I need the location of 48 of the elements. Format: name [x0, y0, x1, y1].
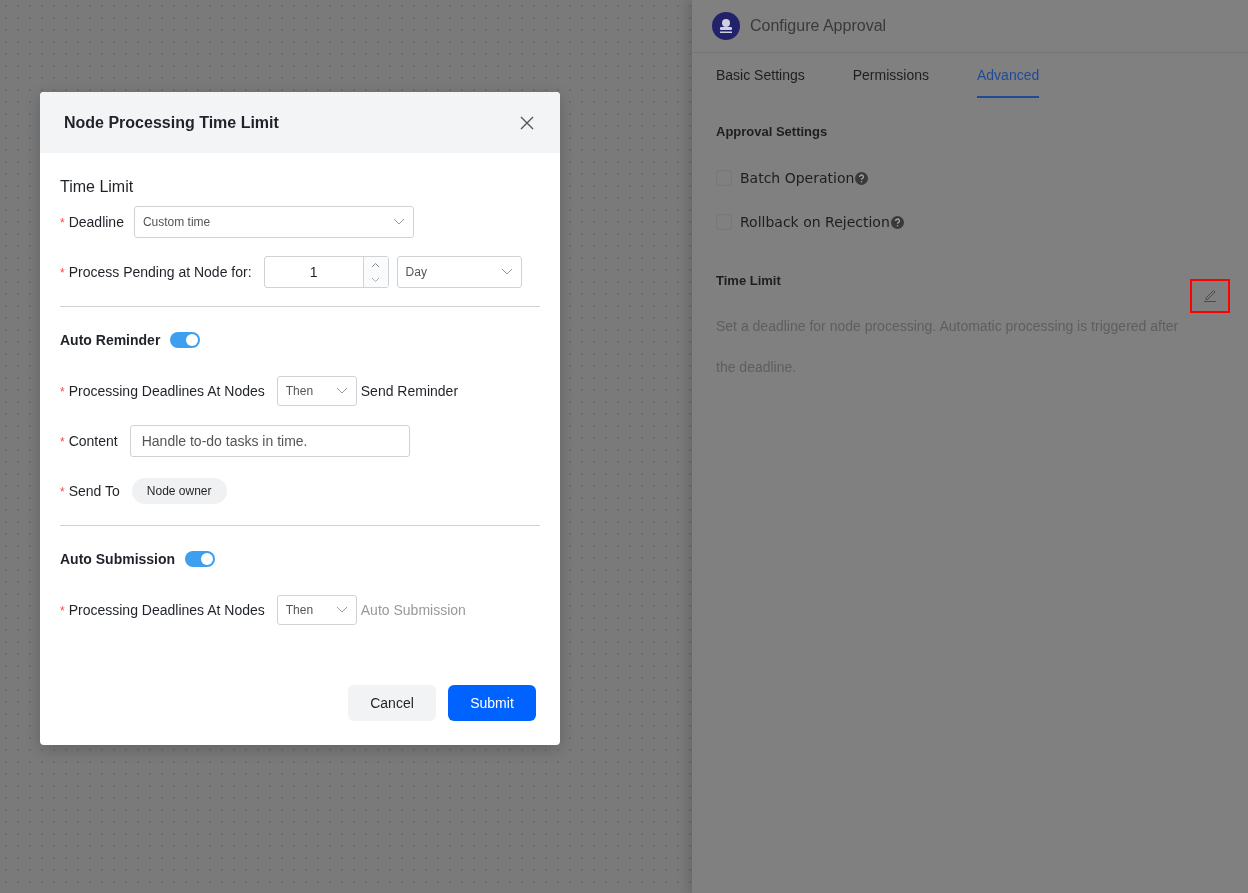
required-mark: *: [60, 266, 65, 280]
deadline-select[interactable]: Custom time: [133, 206, 414, 238]
required-mark: *: [60, 485, 65, 499]
field-label: Send To: [68, 483, 120, 499]
chevron-down-icon: [335, 606, 348, 614]
chevron-down-icon: [392, 218, 405, 226]
unit-select[interactable]: Day: [396, 256, 522, 288]
suffix-text: Send Reminder: [360, 383, 459, 399]
submit-button[interactable]: Submit: [448, 685, 536, 721]
section-title: Time Limit: [716, 273, 782, 288]
field-label: Content: [68, 433, 118, 449]
section-title: Time Limit: [60, 178, 135, 196]
required-mark: *: [60, 216, 65, 230]
stamp-icon: [712, 12, 740, 40]
field-label: Processing Deadlines At Nodes: [68, 602, 265, 618]
chevron-up-icon[interactable]: [371, 261, 381, 268]
panel-title: Configure Approval: [750, 17, 887, 35]
required-mark: *: [60, 604, 65, 618]
group-title: Auto Submission: [60, 551, 176, 567]
then-select[interactable]: Then: [276, 595, 357, 625]
recipient-tag[interactable]: Node owner: [131, 478, 227, 504]
required-mark: *: [60, 435, 65, 449]
help-icon: [855, 171, 869, 185]
tab[interactable]: Permissions: [852, 53, 929, 98]
option-label: Batch Operation: [740, 170, 855, 186]
cancel-button[interactable]: Cancel: [348, 685, 436, 721]
required-mark: *: [60, 385, 65, 399]
toggle-switch[interactable]: [170, 332, 201, 348]
dialog-title: Node Processing Time Limit: [64, 113, 279, 132]
option-label: Rollback on Rejection: [740, 214, 890, 230]
section-title: Approval Settings: [716, 124, 829, 139]
field-label: Deadline: [68, 214, 124, 230]
edit-icon[interactable]: [1202, 287, 1218, 303]
content-input[interactable]: Handle to-do tasks in time.: [129, 425, 410, 457]
then-select[interactable]: Then: [276, 376, 357, 406]
chevron-down-icon: [500, 268, 513, 276]
toggle-switch[interactable]: [185, 551, 216, 567]
suffix-text: Auto Submission: [360, 602, 466, 618]
highlight-box: [1190, 279, 1230, 313]
close-icon[interactable]: [520, 115, 534, 130]
tab[interactable]: Basic Settings: [716, 53, 805, 98]
help-icon: [890, 215, 904, 229]
chevron-down-icon[interactable]: [371, 276, 381, 283]
field-label: Processing Deadlines At Nodes: [68, 383, 265, 399]
group-title: Auto Reminder: [60, 332, 161, 348]
number-input[interactable]: 1: [263, 256, 389, 288]
field-label: Process Pending at Node for:: [68, 264, 252, 280]
chevron-down-icon: [335, 387, 348, 395]
